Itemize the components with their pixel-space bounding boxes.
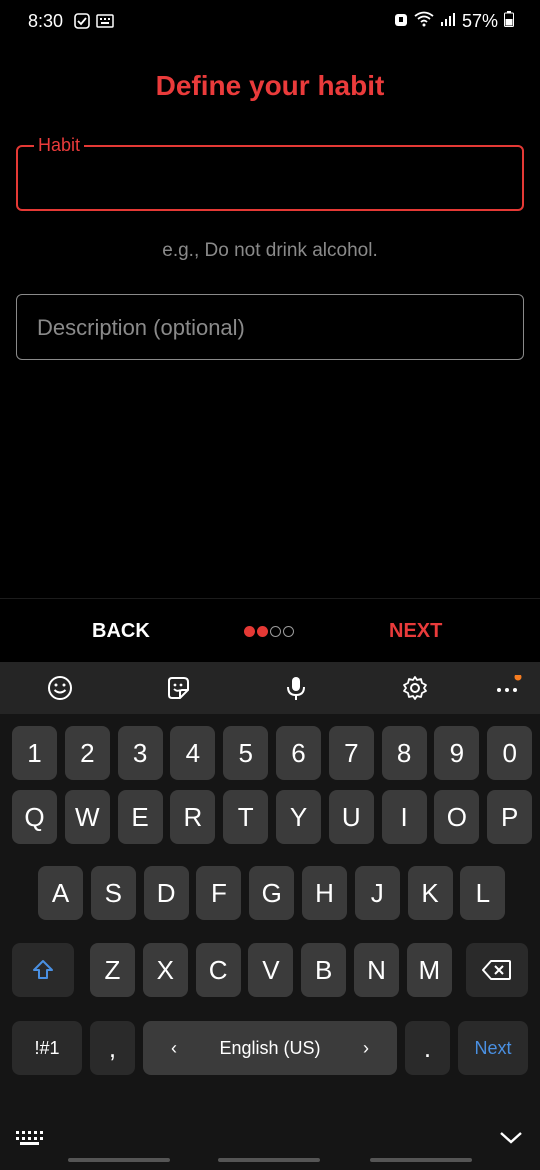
- key-t[interactable]: T: [223, 790, 269, 844]
- status-time: 8:30: [28, 11, 64, 31]
- key-z[interactable]: Z: [90, 943, 135, 997]
- key-b[interactable]: B: [301, 943, 347, 997]
- key-m[interactable]: M: [406, 943, 452, 997]
- key-8[interactable]: 8: [381, 726, 427, 780]
- wizard-nav-bar: BACK NEXT: [0, 598, 540, 662]
- key-l[interactable]: L: [460, 866, 506, 920]
- hide-keyboard-icon[interactable]: [499, 1130, 523, 1151]
- key-3[interactable]: 3: [117, 726, 163, 780]
- status-bar: 8:30 57%: [0, 0, 540, 44]
- key-r[interactable]: R: [170, 790, 216, 844]
- key-p[interactable]: P: [487, 790, 533, 844]
- key-j[interactable]: J: [354, 866, 400, 920]
- key-1[interactable]: 1: [12, 726, 57, 780]
- symbols-key[interactable]: !#1: [12, 1021, 82, 1075]
- battery-icon: [504, 11, 514, 32]
- step-dot: [283, 626, 294, 637]
- step-dot: [257, 626, 268, 637]
- key-6[interactable]: 6: [276, 726, 321, 780]
- key-i[interactable]: I: [381, 790, 427, 844]
- settings-gear-icon[interactable]: [402, 675, 428, 701]
- key-u[interactable]: U: [328, 790, 374, 844]
- key-e[interactable]: E: [117, 790, 163, 844]
- key-o[interactable]: O: [434, 790, 480, 844]
- more-options-icon[interactable]: [495, 673, 522, 701]
- key-5[interactable]: 5: [223, 726, 269, 780]
- key-4[interactable]: 4: [170, 726, 216, 780]
- habit-field[interactable]: Habit: [16, 135, 524, 211]
- next-button[interactable]: NEXT: [389, 620, 442, 643]
- key-0[interactable]: 0: [487, 726, 533, 780]
- key-h[interactable]: H: [302, 866, 347, 920]
- key-n[interactable]: N: [354, 943, 399, 997]
- battery-percent: 57%: [461, 11, 498, 31]
- nav-handle-left: [68, 1158, 170, 1162]
- description-field[interactable]: [16, 294, 524, 360]
- signal-icon: [440, 11, 456, 32]
- key-d[interactable]: D: [143, 866, 189, 920]
- soft-keyboard: 1 2 3 4 5 6 7 8 9 0 Q W E R T Y U I O P A S D F G H J K L Z X C V B N M !#1,…: [0, 662, 540, 1170]
- checkbox-notification-icon: [74, 13, 90, 34]
- space-bar[interactable]: ‹ English (US) ›: [143, 1021, 397, 1075]
- back-button[interactable]: BACK: [92, 620, 150, 643]
- key-f[interactable]: F: [196, 866, 242, 920]
- key-g[interactable]: G: [249, 866, 295, 920]
- key-k[interactable]: K: [407, 866, 453, 920]
- key-9[interactable]: 9: [434, 726, 480, 780]
- period-key[interactable]: .: [405, 1021, 450, 1075]
- microphone-icon[interactable]: [283, 675, 309, 701]
- habit-label: Habit: [34, 135, 85, 156]
- space-language-label: English (US): [219, 1037, 321, 1058]
- description-input[interactable]: [37, 313, 497, 343]
- keyboard-toolbar: [0, 662, 540, 714]
- nav-handle-right: [370, 1158, 472, 1162]
- shift-key[interactable]: [12, 943, 74, 997]
- emoji-icon[interactable]: [47, 675, 73, 701]
- key-s[interactable]: S: [90, 866, 136, 920]
- next-action-key[interactable]: Next: [458, 1021, 528, 1075]
- comma-key[interactable]: ,: [90, 1021, 135, 1075]
- key-x[interactable]: X: [142, 943, 188, 997]
- key-2[interactable]: 2: [64, 726, 110, 780]
- shift-icon: [33, 960, 53, 979]
- step-dot: [270, 626, 281, 637]
- key-w[interactable]: W: [64, 790, 110, 844]
- sticker-icon[interactable]: [165, 675, 191, 701]
- keyboard-notification-icon: [96, 13, 114, 34]
- key-c[interactable]: C: [195, 943, 241, 997]
- step-indicator: [244, 626, 294, 637]
- key-7[interactable]: 7: [328, 726, 374, 780]
- key-q[interactable]: Q: [12, 790, 57, 844]
- key-y[interactable]: Y: [276, 790, 321, 844]
- habit-helper-text: e.g., Do not drink alcohol.: [162, 240, 378, 261]
- nav-handle-center: [218, 1158, 320, 1162]
- habit-input[interactable]: [36, 163, 496, 193]
- language-next-icon: ›: [363, 1037, 369, 1058]
- key-v[interactable]: V: [248, 943, 294, 997]
- language-prev-icon: ‹: [171, 1037, 177, 1058]
- wifi-icon: [414, 11, 434, 32]
- backspace-icon: [482, 960, 511, 980]
- backspace-key[interactable]: [466, 943, 528, 997]
- alarm-icon: [394, 11, 408, 32]
- step-dot: [244, 626, 255, 637]
- page-title: Define your habit: [155, 70, 385, 101]
- keyboard-switch-icon[interactable]: [16, 1130, 44, 1151]
- key-a[interactable]: A: [38, 866, 83, 920]
